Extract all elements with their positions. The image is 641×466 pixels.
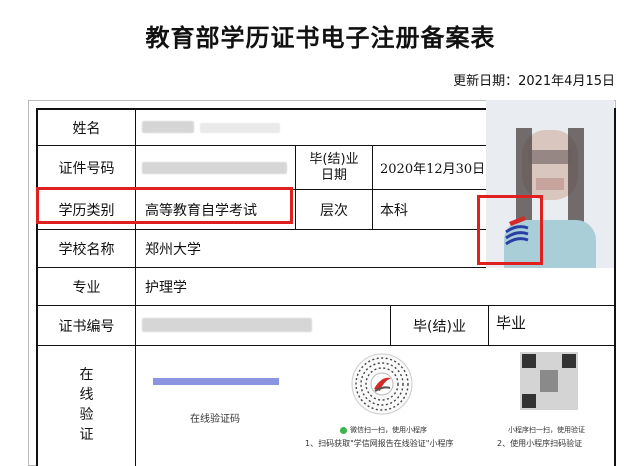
id-number-redacted — [142, 162, 287, 174]
wechat-miniprogram-code — [351, 353, 413, 415]
photo-eye-region — [528, 150, 572, 164]
page-title: 教育部学历证书电子注册备案表 — [145, 24, 496, 52]
label-name: 姓名 — [72, 120, 101, 137]
label-major: 专业 — [72, 279, 101, 296]
name-value-redacted — [142, 121, 194, 133]
highlight-study-type — [36, 187, 293, 224]
label-grad-status: 毕(结)业 — [413, 318, 466, 335]
wechat-caption: 微信扫一扫，使用小程序 — [350, 426, 427, 434]
col-divider — [372, 145, 373, 229]
grad-status-value: 毕业 — [496, 314, 527, 332]
update-date: 更新日期：2021年4月15日 — [453, 74, 615, 89]
label-school: 学校名称 — [58, 241, 115, 258]
label-level: 层次 — [320, 202, 348, 219]
level-value: 本科 — [380, 202, 408, 219]
miniapp-caption: 小程序扫一扫，使用验证 — [508, 426, 585, 434]
school-value: 郑州大学 — [145, 241, 201, 258]
verify-code-label: 在线验证码 — [190, 414, 240, 425]
photo-mouth-region — [536, 178, 564, 190]
row-divider — [36, 345, 616, 346]
cert-number-redacted — [142, 318, 312, 332]
qr-blur-center — [540, 370, 558, 392]
qr-code-redacted — [520, 352, 578, 410]
wechat-icon — [340, 426, 347, 434]
qr-finder — [522, 354, 536, 368]
miniapp-step: 2、使用小程序扫码验证 — [497, 439, 583, 448]
label-cert-number: 证书编号 — [58, 318, 115, 335]
qr-finder — [522, 394, 536, 408]
verification-code-redacted — [153, 378, 279, 385]
label-graduation-date: 毕(结)业 日期 — [309, 152, 359, 183]
col-divider — [135, 108, 136, 466]
wechat-step: 1、扫码获取"学信网报告在线验证"小程序 — [305, 439, 454, 448]
col-divider — [488, 305, 489, 345]
graduation-date-value: 2020年12月30日 — [380, 162, 486, 177]
photo-hair-right — [568, 128, 584, 228]
name-value-redacted — [200, 123, 280, 133]
qr-finder — [562, 354, 576, 368]
label-id-number: 证件号码 — [58, 160, 115, 177]
major-value: 护理学 — [145, 279, 187, 296]
label-online-verify: 在 线 验 证 — [79, 367, 94, 443]
wechat-caption-row: 微信扫一扫，使用小程序 — [340, 425, 430, 435]
highlight-logo — [477, 195, 543, 265]
